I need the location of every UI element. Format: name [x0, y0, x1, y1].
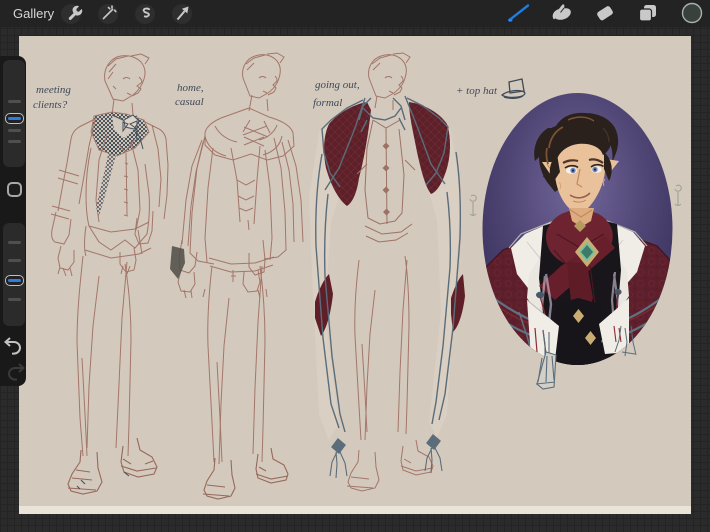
svg-text:clients?: clients?: [33, 99, 68, 111]
svg-text:home,: home,: [177, 82, 204, 94]
svg-text:+ top hat: + top hat: [456, 85, 498, 97]
svg-text:meeting: meeting: [36, 84, 71, 96]
svg-text:formal: formal: [313, 97, 342, 109]
svg-text:going out,: going out,: [315, 79, 360, 91]
svg-text:casual: casual: [175, 96, 204, 108]
